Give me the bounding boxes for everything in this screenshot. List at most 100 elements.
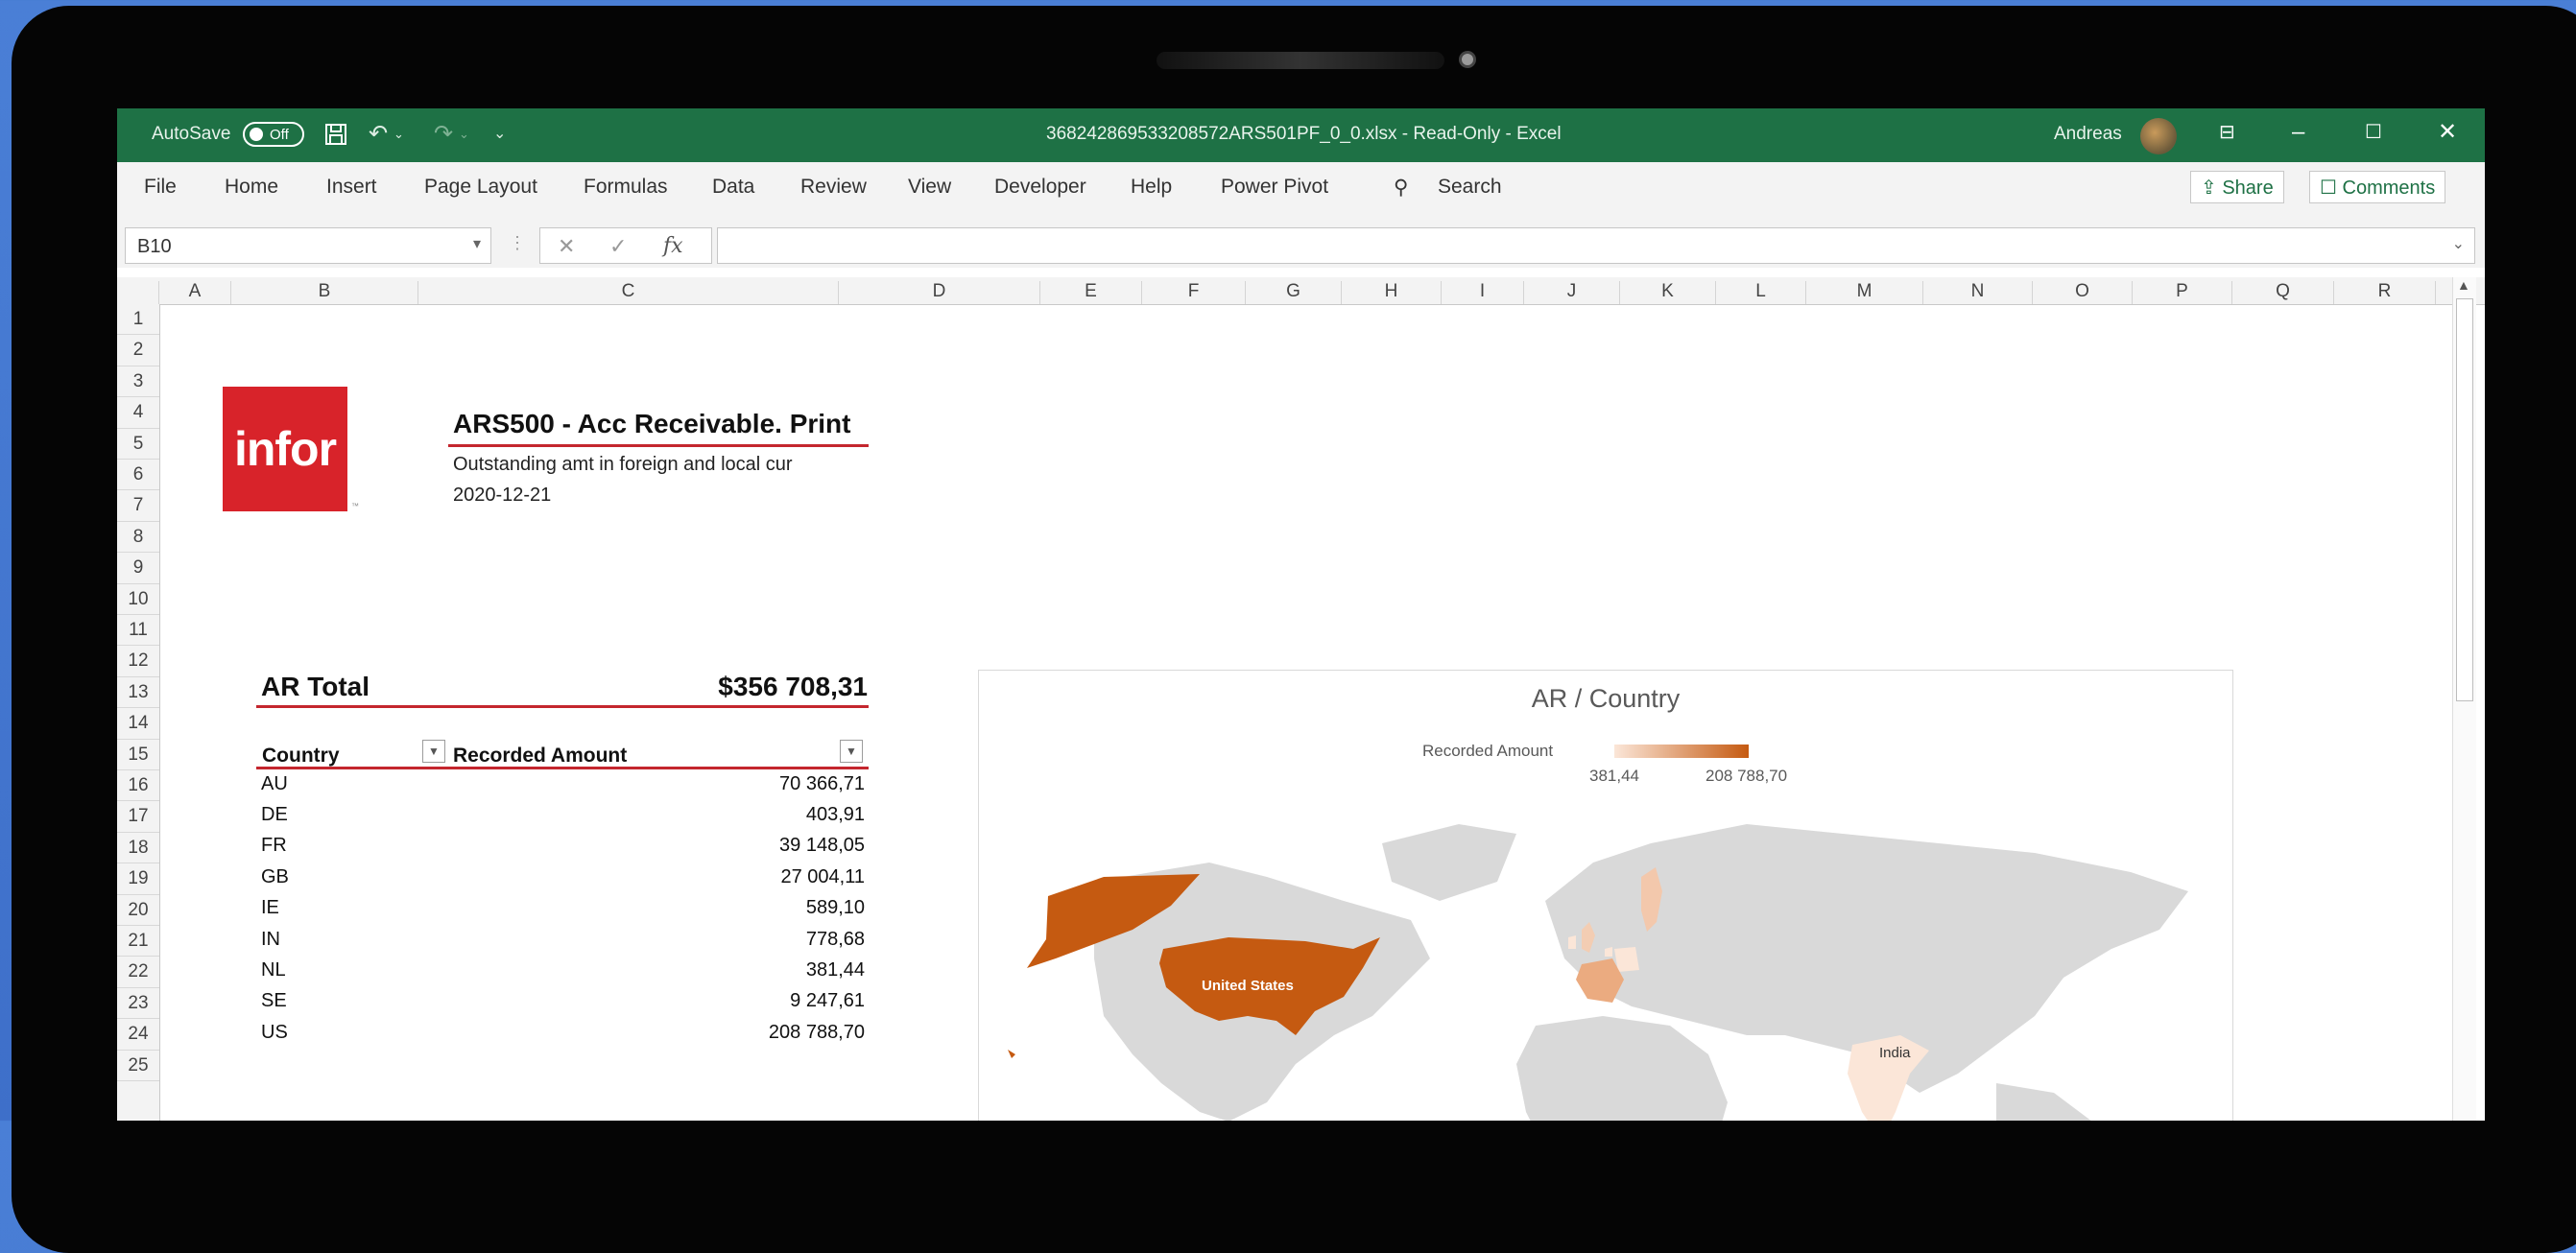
table-row[interactable]: IE 589,10 — [261, 893, 869, 924]
filter-amount-button[interactable]: ▼ — [840, 740, 863, 763]
col-p[interactable]: P — [2133, 281, 2232, 304]
row-3[interactable]: 3 — [117, 366, 159, 398]
share-button[interactable]: ⇪ Share — [2190, 171, 2284, 203]
cell-amount: 9 247,61 — [790, 990, 865, 1011]
excel-window: AutoSave Off ↶ ⌄ ↷ ⌄ ⌄ 36824286953320857… — [117, 108, 2485, 1121]
table-row[interactable]: GB 27 004,11 — [261, 863, 869, 893]
row-2[interactable]: 2 — [117, 335, 159, 366]
col-j[interactable]: J — [1524, 281, 1620, 304]
tab-review[interactable]: Review — [800, 176, 867, 199]
function-icon[interactable]: fx — [663, 234, 683, 258]
map-label-india: India — [1879, 1045, 1911, 1061]
customize-toolbar-icon[interactable]: ⌄ — [493, 122, 506, 147]
col-m[interactable]: M — [1806, 281, 1923, 304]
row-21[interactable]: 21 — [117, 926, 159, 957]
row-25[interactable]: 25 — [117, 1051, 159, 1081]
maximize-icon[interactable]: ☐ — [2365, 118, 2382, 147]
col-e[interactable]: E — [1040, 281, 1142, 304]
tab-data[interactable]: Data — [712, 176, 754, 199]
col-n[interactable]: N — [1923, 281, 2033, 304]
row-20[interactable]: 20 — [117, 895, 159, 926]
select-all-corner[interactable] — [117, 281, 159, 304]
row-17[interactable]: 17 — [117, 801, 159, 833]
tab-insert[interactable]: Insert — [326, 176, 377, 199]
tab-page-layout[interactable]: Page Layout — [424, 176, 537, 199]
table-row[interactable]: NL 381,44 — [261, 956, 869, 986]
col-c[interactable]: C — [418, 281, 839, 304]
col-g[interactable]: G — [1246, 281, 1342, 304]
cell-country: IE — [261, 897, 279, 918]
undo-dropdown-icon[interactable]: ⌄ — [394, 122, 404, 147]
row-13[interactable]: 13 — [117, 677, 159, 709]
minimize-icon[interactable]: – — [2292, 118, 2304, 147]
row-16[interactable]: 16 — [117, 770, 159, 802]
search-icon[interactable]: ⚲ — [1394, 176, 1408, 200]
col-f[interactable]: F — [1142, 281, 1246, 304]
row-12[interactable]: 12 — [117, 646, 159, 677]
row-10[interactable]: 10 — [117, 584, 159, 615]
row-9[interactable]: 9 — [117, 553, 159, 584]
row-8[interactable]: 8 — [117, 522, 159, 554]
autosave-toggle[interactable]: Off — [243, 122, 304, 147]
cell-country: FR — [261, 835, 287, 856]
tab-view[interactable]: View — [908, 176, 951, 199]
map-chart[interactable]: AR / Country Recorded Amount 381,44 208 … — [978, 670, 2233, 1121]
tab-power-pivot[interactable]: Power Pivot — [1221, 176, 1328, 199]
row-18[interactable]: 18 — [117, 833, 159, 864]
tab-formulas[interactable]: Formulas — [584, 176, 668, 199]
col-h[interactable]: H — [1342, 281, 1442, 304]
avatar[interactable] — [2140, 118, 2177, 154]
table-row[interactable]: FR 39 148,05 — [261, 831, 869, 862]
cell-country: AU — [261, 773, 288, 794]
camera-icon — [1459, 51, 1476, 68]
row-24[interactable]: 24 — [117, 1019, 159, 1051]
row-14[interactable]: 14 — [117, 708, 159, 740]
row-19[interactable]: 19 — [117, 863, 159, 895]
col-b[interactable]: B — [231, 281, 418, 304]
filter-country-button[interactable]: ▼ — [422, 740, 445, 763]
tab-home[interactable]: Home — [225, 176, 278, 199]
col-a[interactable]: A — [159, 281, 231, 304]
name-box[interactable]: B10 ▾ — [125, 227, 491, 264]
col-d[interactable]: D — [839, 281, 1040, 304]
ribbon-display-icon[interactable]: ⊟ — [2219, 118, 2235, 147]
col-i[interactable]: I — [1442, 281, 1524, 304]
row-23[interactable]: 23 — [117, 988, 159, 1020]
scroll-thumb[interactable] — [2456, 298, 2473, 701]
row-7[interactable]: 7 — [117, 490, 159, 522]
save-icon[interactable] — [323, 122, 348, 153]
col-q[interactable]: Q — [2232, 281, 2334, 304]
comments-button[interactable]: ☐ Comments — [2309, 171, 2446, 203]
table-row[interactable]: SE 9 247,61 — [261, 986, 869, 1017]
tab-help[interactable]: Help — [1131, 176, 1172, 199]
col-l[interactable]: L — [1716, 281, 1806, 304]
row-6[interactable]: 6 — [117, 460, 159, 491]
col-k[interactable]: K — [1620, 281, 1716, 304]
tab-developer[interactable]: Developer — [994, 176, 1086, 199]
row-5[interactable]: 5 — [117, 429, 159, 460]
row-4[interactable]: 4 — [117, 397, 159, 429]
col-o[interactable]: O — [2033, 281, 2133, 304]
expand-formula-icon[interactable]: ⌄ — [2452, 234, 2465, 253]
table-row[interactable]: US 208 788,70 — [261, 1018, 869, 1049]
close-icon[interactable]: ✕ — [2438, 118, 2457, 147]
search-label[interactable]: Search — [1438, 176, 1502, 199]
name-box-value: B10 — [137, 236, 172, 257]
table-row[interactable]: IN 778,68 — [261, 925, 869, 956]
row-22[interactable]: 22 — [117, 957, 159, 988]
enter-icon[interactable]: ✓ — [609, 234, 627, 259]
undo-icon[interactable]: ↶ — [369, 122, 388, 147]
row-1[interactable]: 1 — [117, 304, 159, 336]
formula-input[interactable]: ⌄ — [717, 227, 2475, 264]
row-15[interactable]: 15 — [117, 740, 159, 770]
vertical-scrollbar[interactable]: ▲ — [2452, 277, 2476, 1121]
chevron-down-icon[interactable]: ▾ — [473, 234, 481, 253]
tab-file[interactable]: File — [144, 176, 177, 199]
row-11[interactable]: 11 — [117, 615, 159, 647]
cancel-icon[interactable]: ✕ — [558, 234, 575, 259]
scroll-up-icon[interactable]: ▲ — [2457, 277, 2470, 293]
col-r[interactable]: R — [2334, 281, 2436, 304]
table-row[interactable]: DE 403,91 — [261, 800, 869, 831]
table-row[interactable]: AU 70 366,71 — [261, 769, 869, 800]
cell-country: NL — [261, 959, 286, 981]
